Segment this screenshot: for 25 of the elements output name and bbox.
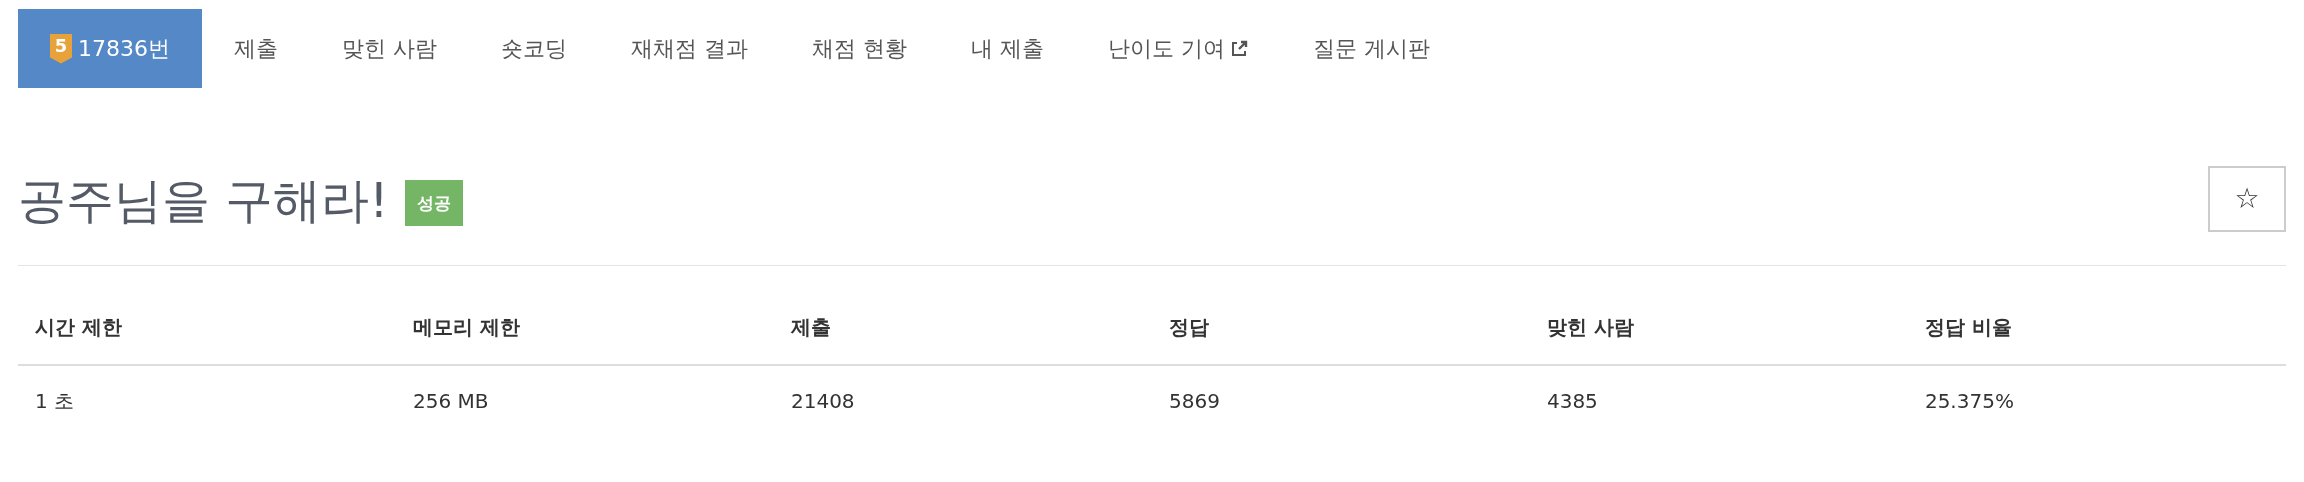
problem-tab[interactable]: 채점 현황 [780,9,939,88]
column-header: 시간 제한 [18,312,396,365]
problem-tab[interactable]: 난이도 기여 [1076,9,1281,88]
problem-tab[interactable]: 5 17836번 [18,9,202,88]
favorite-star-button[interactable]: ☆ [2208,166,2286,232]
problem-tab[interactable]: 내 제출 [939,9,1076,88]
column-header: 제출 [773,312,1152,365]
table-cell: 1 초 [18,365,396,416]
table-cell: 5869 [1151,365,1530,416]
problem-tab[interactable]: 맞힌 사람 [310,9,469,88]
table-cell: 256 MB [396,365,774,416]
tier-badge: 5 [50,33,72,64]
table-cell: 4385 [1529,365,1908,416]
column-header: 맞힌 사람 [1529,312,1908,365]
result-badge: 성공 [404,180,463,226]
table-cell: 25.375% [1907,365,2286,416]
problem-tab[interactable]: 제출 [202,9,310,88]
column-header: 정답 비율 [1907,312,2286,365]
problem-tab[interactable]: 재채점 결과 [599,9,780,88]
column-header: 메모리 제한 [396,312,774,365]
problem-tab[interactable]: 숏코딩 [469,9,599,88]
problem-tab[interactable]: 질문 게시판 [1281,9,1462,88]
problem-title: 공주님을 구해라! [18,171,389,230]
column-header: 정답 [1151,312,1530,365]
table-cell: 21408 [773,365,1152,416]
